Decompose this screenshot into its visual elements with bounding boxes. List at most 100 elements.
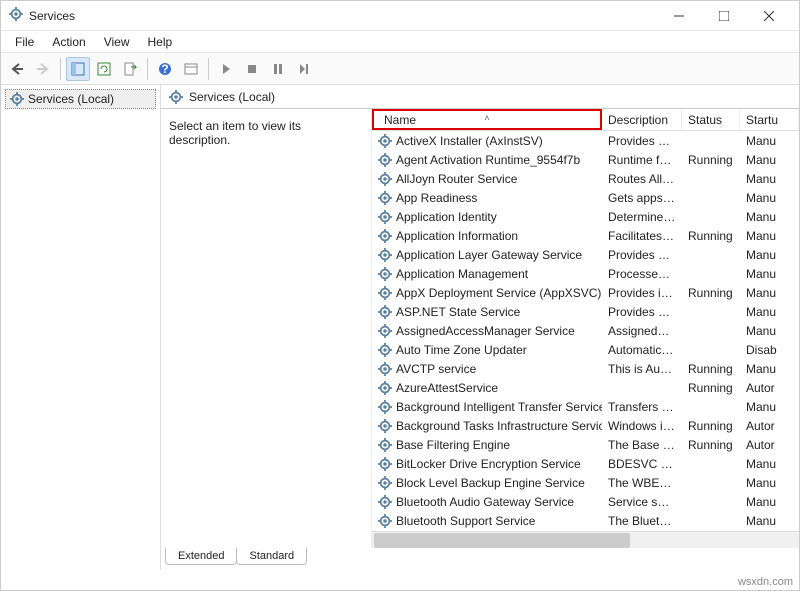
service-status: Running	[682, 381, 740, 395]
service-row[interactable]: ActiveX Installer (AxInstSV)Provides Us.…	[372, 131, 799, 150]
back-button[interactable]	[5, 57, 29, 81]
service-startup: Manu	[740, 476, 799, 490]
service-row[interactable]: AppX Deployment Service (AppXSVC)Provide…	[372, 283, 799, 302]
service-row[interactable]: Application Layer Gateway ServiceProvide…	[372, 245, 799, 264]
service-row[interactable]: Agent Activation Runtime_9554f7bRuntime …	[372, 150, 799, 169]
service-name: Base Filtering Engine	[396, 438, 510, 452]
service-row[interactable]: BitLocker Drive Encryption ServiceBDESVC…	[372, 454, 799, 473]
menu-view[interactable]: View	[96, 33, 138, 51]
service-name: AzureAttestService	[396, 381, 498, 395]
toolbar-separator	[147, 58, 148, 80]
detail-header: Services (Local)	[161, 85, 799, 109]
service-name: Bluetooth Audio Gateway Service	[396, 495, 574, 509]
horizontal-scrollbar[interactable]	[372, 531, 799, 548]
service-status: Running	[682, 153, 740, 167]
tree-node-services-local[interactable]: Services (Local)	[5, 89, 156, 109]
tree-node-label: Services (Local)	[28, 92, 114, 106]
service-row[interactable]: Base Filtering EngineThe Base Fil...Runn…	[372, 435, 799, 454]
service-startup: Manu	[740, 286, 799, 300]
service-row[interactable]: Block Level Backup Engine ServiceThe WBE…	[372, 473, 799, 492]
service-startup: Manu	[740, 400, 799, 414]
show-hide-tree-button[interactable]	[66, 57, 90, 81]
gear-icon	[378, 267, 392, 281]
description-pane: Select an item to view its description.	[161, 109, 371, 548]
service-row[interactable]: ASP.NET State ServiceProvides su...Manu	[372, 302, 799, 321]
refresh-button[interactable]	[92, 57, 116, 81]
service-row[interactable]: App ReadinessGets apps re...Manu	[372, 188, 799, 207]
service-startup: Manu	[740, 305, 799, 319]
menu-file[interactable]: File	[7, 33, 42, 51]
export-button[interactable]	[118, 57, 142, 81]
service-row[interactable]: AzureAttestService RunningAutor	[372, 378, 799, 397]
maximize-button[interactable]	[701, 2, 746, 30]
service-description: AssignedAc...	[602, 324, 682, 338]
close-button[interactable]	[746, 2, 791, 30]
column-header-name[interactable]: Name ˄	[372, 109, 602, 130]
gear-icon	[378, 362, 392, 376]
gear-icon	[378, 210, 392, 224]
tab-extended[interactable]: Extended	[165, 548, 237, 565]
forward-button[interactable]	[31, 57, 55, 81]
service-row[interactable]: Background Intelligent Transfer ServiceT…	[372, 397, 799, 416]
service-description: Provides Us...	[602, 134, 682, 148]
gear-icon	[378, 229, 392, 243]
menu-action[interactable]: Action	[44, 33, 93, 51]
service-name: Application Management	[396, 267, 528, 281]
column-header-description[interactable]: Description	[602, 109, 682, 130]
service-startup: Manu	[740, 153, 799, 167]
service-status: Running	[682, 362, 740, 376]
app-icon	[9, 7, 23, 24]
menu-help[interactable]: Help	[140, 33, 181, 51]
service-startup: Manu	[740, 191, 799, 205]
service-startup: Disab	[740, 343, 799, 357]
window-title: Services	[29, 9, 656, 23]
service-startup: Autor	[740, 419, 799, 433]
service-row[interactable]: Application InformationFacilitates t...R…	[372, 226, 799, 245]
service-name: Bluetooth Support Service	[396, 514, 535, 528]
service-startup: Manu	[740, 362, 799, 376]
bottom-tabs: Extended Standard	[161, 548, 799, 570]
gear-icon	[378, 457, 392, 471]
service-description: Processes in...	[602, 267, 682, 281]
service-row[interactable]: AVCTP serviceThis is Audi...RunningManu	[372, 359, 799, 378]
scrollbar-thumb[interactable]	[374, 533, 630, 548]
menu-bar: File Action View Help	[1, 31, 799, 53]
column-header-startup[interactable]: Startu	[740, 109, 799, 130]
tab-standard[interactable]: Standard	[236, 547, 307, 565]
minimize-button[interactable]	[656, 2, 701, 30]
service-startup: Manu	[740, 210, 799, 224]
service-description: This is Audi...	[602, 362, 682, 376]
restart-service-button[interactable]	[292, 57, 316, 81]
service-row[interactable]: Background Tasks Infrastructure ServiceW…	[372, 416, 799, 435]
service-name: ASP.NET State Service	[396, 305, 520, 319]
service-startup: Autor	[740, 438, 799, 452]
service-row[interactable]: Auto Time Zone UpdaterAutomatica...Disab	[372, 340, 799, 359]
stop-service-button[interactable]	[240, 57, 264, 81]
service-row[interactable]: AllJoyn Router ServiceRoutes AllJo...Man…	[372, 169, 799, 188]
service-row[interactable]: Bluetooth Audio Gateway ServiceService s…	[372, 492, 799, 511]
service-row[interactable]: Application IdentityDetermines ...Manu	[372, 207, 799, 226]
detail-title: Services (Local)	[189, 90, 275, 104]
pause-service-button[interactable]	[266, 57, 290, 81]
service-description: The Base Fil...	[602, 438, 682, 452]
gear-icon	[378, 248, 392, 262]
service-row[interactable]: Bluetooth Support ServiceThe Bluetoo...M…	[372, 511, 799, 530]
toolbar-separator	[60, 58, 61, 80]
service-name: Background Tasks Infrastructure Service	[396, 419, 602, 433]
service-startup: Manu	[740, 457, 799, 471]
gear-icon	[378, 476, 392, 490]
gear-icon	[378, 438, 392, 452]
service-name: Agent Activation Runtime_9554f7b	[396, 153, 580, 167]
service-startup: Autor	[740, 381, 799, 395]
gear-icon	[169, 90, 183, 104]
column-header-status[interactable]: Status	[682, 109, 740, 130]
service-row[interactable]: AssignedAccessManager ServiceAssignedAc.…	[372, 321, 799, 340]
start-service-button[interactable]	[214, 57, 238, 81]
service-name: App Readiness	[396, 191, 477, 205]
toolbar: ?	[1, 53, 799, 85]
help-button[interactable]: ?	[153, 57, 177, 81]
service-description: Provides su...	[602, 248, 682, 262]
properties-button[interactable]	[179, 57, 203, 81]
service-row[interactable]: Application ManagementProcesses in...Man…	[372, 264, 799, 283]
svg-text:?: ?	[161, 62, 168, 76]
